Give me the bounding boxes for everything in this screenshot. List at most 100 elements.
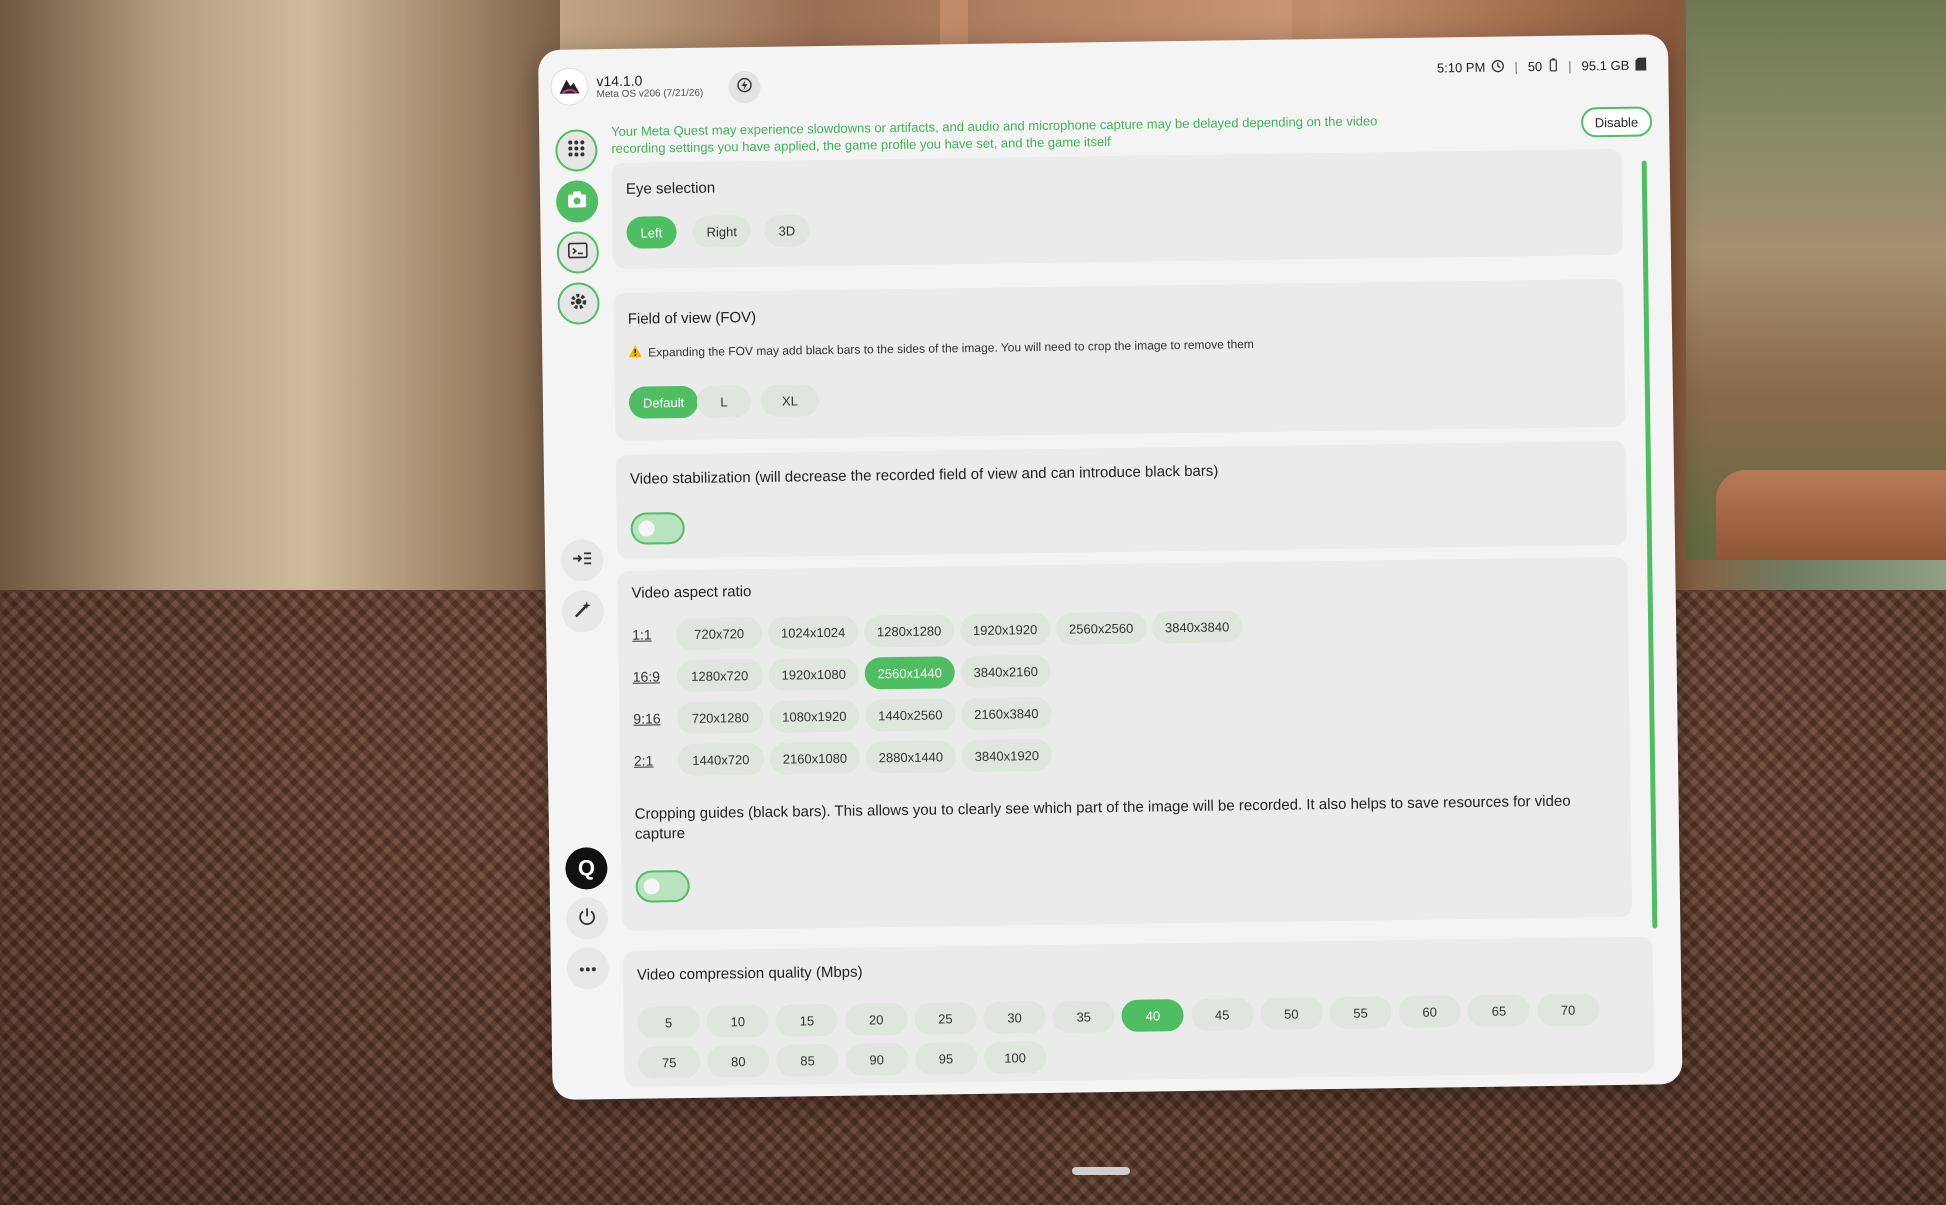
bitrate-option[interactable]: 15 [775, 1003, 839, 1037]
bitrate-option[interactable]: 70 [1536, 993, 1600, 1027]
magic-wand-button[interactable] [561, 590, 605, 633]
scrollbar[interactable] [1641, 160, 1658, 929]
resolution-option[interactable]: 1280x720 [676, 658, 763, 693]
bitrate-option[interactable]: 85 [776, 1043, 839, 1077]
main-content: Your Meta Quest may experience slowdowns… [607, 104, 1666, 1093]
indent-arrow-icon [572, 551, 592, 570]
sidebar-item-settings[interactable] [557, 282, 600, 325]
app-logo-icon [550, 67, 589, 106]
bitrate-option[interactable]: 90 [845, 1042, 908, 1076]
resolution-option[interactable]: 720x1280 [677, 700, 764, 735]
ratio-label-9-16: 9:16 [633, 710, 661, 727]
bitrate-option-selected[interactable]: 40 [1121, 999, 1185, 1032]
bitrate-option[interactable]: 65 [1467, 994, 1531, 1028]
fov-option-xl[interactable]: XL [760, 384, 820, 417]
terminal-icon [567, 242, 588, 263]
fov-note-text: Expanding the FOV may add black bars to … [648, 337, 1254, 360]
clock-icon [1491, 59, 1505, 75]
ratio-label-16-9: 16:9 [632, 668, 661, 685]
resolution-option[interactable]: 2160x3840 [961, 696, 1052, 731]
compression-card: Video compression quality (Mbps) 5 10 15 20… [622, 936, 1655, 1087]
ratio-label-2-1: 2:1 [633, 752, 654, 769]
bitrate-option[interactable]: 35 [1052, 1000, 1115, 1033]
resolution-option[interactable]: 1024x1024 [767, 615, 859, 649]
resolution-option[interactable]: 1920x1080 [768, 657, 859, 691]
resolution-option[interactable]: 2880x1440 [865, 740, 957, 774]
resolution-option[interactable]: 1080x1920 [769, 699, 860, 733]
resolution-option[interactable]: 720x720 [675, 616, 763, 651]
stabilization-card: Video stabilization (will decrease the r… [615, 440, 1628, 559]
battery-charging-icon [1548, 58, 1558, 75]
bitrate-option[interactable]: 75 [637, 1045, 701, 1079]
resolution-option[interactable]: 3840x3840 [1151, 610, 1243, 644]
collapse-menu-button[interactable] [560, 539, 604, 582]
bitrate-option[interactable]: 45 [1190, 998, 1254, 1031]
bitrate-option[interactable]: 80 [707, 1044, 770, 1078]
status-time: 5:10 PM [1436, 59, 1486, 76]
resolution-option[interactable]: 1920x1920 [959, 612, 1051, 647]
resolution-option[interactable]: 2160x1080 [769, 741, 861, 775]
disable-warning-button[interactable]: Disable [1580, 106, 1653, 138]
boost-button[interactable] [728, 70, 761, 104]
fov-option-l[interactable]: L [696, 385, 752, 418]
bitrate-option[interactable]: 100 [983, 1041, 1047, 1074]
sd-card-icon [1635, 57, 1647, 73]
magic-wand-icon [573, 599, 593, 624]
cropping-guides-toggle[interactable] [635, 869, 690, 903]
power-icon [577, 906, 597, 931]
fov-card: Field of view (FOV) Expanding the FOV ma… [613, 278, 1626, 441]
compression-title: Video compression quality (Mbps) [636, 963, 863, 984]
eye-selection-card: Eye selection Left Right 3D [611, 148, 1623, 269]
aspect-ratio-card: Video aspect ratio 1:1 720x720 1024x1024… [617, 556, 1633, 931]
app-version: v14.1.0 [596, 72, 643, 90]
gear-icon [568, 291, 588, 316]
eye-option-right[interactable]: Right [692, 215, 752, 248]
bitrate-option[interactable]: 55 [1329, 996, 1392, 1030]
sidebar-item-terminal[interactable] [556, 231, 600, 274]
sidebar-item-camera[interactable] [555, 180, 599, 223]
ratio-label-1-1: 1:1 [632, 626, 652, 643]
more-options-button[interactable] [566, 947, 610, 990]
bitrate-option[interactable]: 10 [706, 1004, 769, 1038]
bitrate-option[interactable]: 60 [1398, 995, 1461, 1029]
fov-option-default[interactable]: Default [628, 385, 699, 419]
resolution-option[interactable]: 2560x2560 [1055, 611, 1147, 645]
status-bar: 5:10 PM | 50 | 95.1 GB [1437, 57, 1647, 77]
stabilization-toggle[interactable] [630, 512, 685, 545]
status-storage: 95.1 GB [1581, 57, 1630, 74]
q-logo-label: Q [577, 855, 596, 881]
bitrate-option[interactable]: 25 [914, 1001, 977, 1035]
bitrate-option[interactable]: 5 [637, 1005, 700, 1039]
resolution-option[interactable]: 1440x720 [677, 742, 765, 777]
sidebar-item-apps[interactable] [555, 129, 598, 172]
fov-note: Expanding the FOV may add black bars to … [628, 336, 1254, 361]
eye-selection-title: Eye selection [625, 179, 716, 198]
resolution-option-selected[interactable]: 2560x1440 [864, 656, 955, 690]
power-button[interactable] [565, 897, 609, 940]
sidebar: Q [549, 129, 618, 1090]
more-dots-icon [579, 959, 597, 977]
aspect-ratio-title: Video aspect ratio [631, 583, 752, 602]
bitrate-option[interactable]: 30 [983, 1001, 1046, 1034]
resolution-option[interactable]: 1440x2560 [865, 698, 956, 732]
grid-icon [567, 139, 585, 162]
resolution-option[interactable]: 3840x1920 [961, 738, 1053, 773]
bitrate-option[interactable]: 95 [914, 1041, 978, 1075]
bitrate-option[interactable]: 50 [1260, 997, 1323, 1031]
eye-option-left[interactable]: Left [626, 216, 677, 249]
status-separator: | [1514, 59, 1518, 75]
fov-title: Field of view (FOV) [627, 308, 757, 328]
resolution-option[interactable]: 3840x2160 [960, 654, 1051, 689]
os-version: Meta OS v206 (7/21/26) [596, 87, 704, 101]
camera-icon [567, 190, 587, 213]
resolution-option[interactable]: 1280x1280 [863, 614, 955, 648]
eye-option-3d[interactable]: 3D [764, 214, 810, 247]
background-pillar [0, 0, 560, 660]
quest-logo-button[interactable]: Q [565, 847, 608, 890]
settings-panel: v14.1.0 Meta OS v206 (7/21/26) 5:10 PM |… [538, 34, 1683, 1100]
bitrate-option[interactable]: 20 [844, 1002, 908, 1036]
home-indicator[interactable] [1072, 1167, 1130, 1175]
cropping-guides-title: Cropping guides (black bars). This allow… [634, 792, 1571, 843]
bolt-icon [736, 77, 752, 98]
compression-options: 5 10 15 20 25 30 35 40 45 50 55 60 65 70 75 80 85 90 95 100 [623, 937, 1653, 1079]
